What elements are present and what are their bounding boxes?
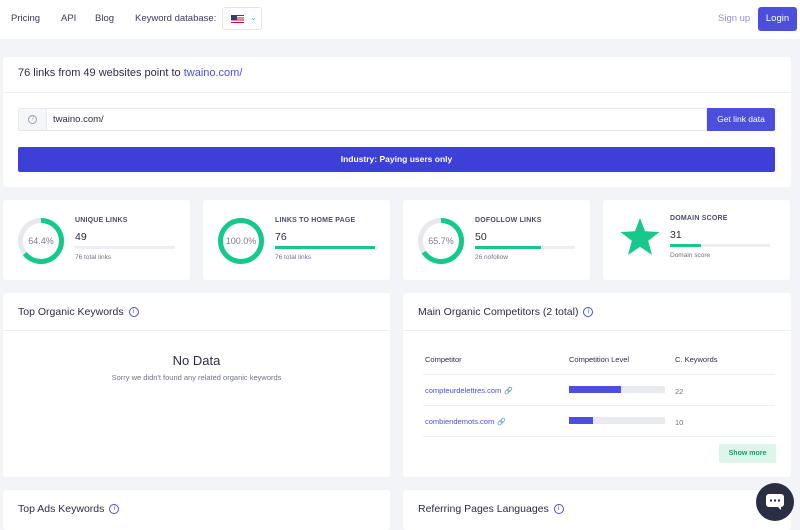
chevron-down-icon: ⌄ <box>250 13 257 22</box>
ring-percent: 65.7% <box>428 236 454 246</box>
section-title: Top Organic Keywords i <box>18 306 139 318</box>
column-header-competition-level: Competition Level <box>569 355 630 364</box>
divider <box>423 405 775 406</box>
divider <box>3 330 390 331</box>
competitor-keywords: 22 <box>675 387 684 396</box>
help-icon: ? <box>28 115 37 124</box>
competition-level-track <box>569 386 665 393</box>
empty-state-message: Sorry we didn't found any related organi… <box>111 373 282 382</box>
competitor-keywords: 10 <box>675 418 684 427</box>
competitor-name: compteurdelettres.com <box>425 386 502 395</box>
stat-subtext: Domain score <box>670 252 711 259</box>
domain-search-field: ? <box>18 108 707 131</box>
info-icon[interactable]: i <box>553 504 564 514</box>
competitor-link[interactable]: combiendemots.com 🔗 <box>425 417 506 426</box>
stat-title: DOMAIN SCORE <box>670 215 728 222</box>
nav-blog-link[interactable]: Blog <box>95 13 114 24</box>
stat-subtext: 76 total links <box>75 254 112 261</box>
competitor-name: combiendemots.com <box>425 417 495 426</box>
nav-pricing-link[interactable]: Pricing <box>11 13 40 24</box>
top-navigation: Pricing API Blog Keyword database: ⌄ Sig… <box>0 0 800 39</box>
competition-level-track <box>569 417 665 424</box>
stat-progress-track <box>475 246 575 249</box>
stat-title: DOFOLLOW LINKS <box>475 217 542 224</box>
column-header-competitor: Competitor <box>425 355 462 364</box>
info-icon[interactable]: i <box>109 504 120 514</box>
section-title-text: Main Organic Competitors (2 total) <box>418 306 579 318</box>
link-icon: 🔗 <box>504 388 514 395</box>
column-header-keywords: C. Keywords <box>675 355 718 364</box>
stat-card-unique-links: 64.4% UNIQUE LINKS 49 76 total links <box>3 200 190 280</box>
chat-icon <box>766 494 784 510</box>
ring-percent: 64.4% <box>28 236 54 246</box>
domain-input[interactable] <box>53 112 693 127</box>
section-title-text: Top Organic Keywords <box>18 306 124 318</box>
referring-languages-card: Referring Pages Languages i <box>403 490 791 530</box>
stat-progress-fill <box>475 246 541 249</box>
stat-subtext: 76 total links <box>275 254 312 261</box>
link-icon: 🔗 <box>497 419 506 426</box>
empty-state-title: No Data <box>172 353 221 368</box>
chat-widget-button[interactable] <box>756 483 794 521</box>
competitors-card: Main Organic Competitors (2 total) i Comp… <box>403 293 791 477</box>
stat-title: UNIQUE LINKS <box>75 217 128 224</box>
keyword-database-select[interactable]: ⌄ <box>222 7 262 30</box>
stat-card-domain-score: DOMAIN SCORE 31 Domain score <box>603 200 790 280</box>
headline-domain-link[interactable]: twaino.com/ <box>184 67 243 79</box>
divider <box>423 374 775 375</box>
section-title: Referring Pages Languages i <box>418 503 564 515</box>
star-icon <box>620 217 660 255</box>
organic-keywords-card: Top Organic Keywords i No Data Sorry we d… <box>3 293 390 477</box>
stat-value: 31 <box>670 229 682 241</box>
stat-value: 76 <box>275 231 287 243</box>
stat-value: 50 <box>475 231 487 243</box>
ads-keywords-card: Top Ads Keywords i <box>3 490 390 530</box>
page-title: 76 links from 49 websites point to twain… <box>18 67 242 79</box>
stat-progress-track <box>670 244 770 247</box>
search-card: 76 links from 49 websites point to twain… <box>3 57 791 187</box>
stat-card-home-page-links: 100.0% LINKS TO HOME PAGE 76 76 total li… <box>203 200 390 280</box>
stat-card-dofollow-links: 65.7% DOFOLLOW LINKS 50 26 nofollow <box>403 200 590 280</box>
input-prefix: ? <box>19 109 47 130</box>
login-button[interactable]: Login <box>758 7 797 31</box>
show-more-button[interactable]: Show more <box>719 444 776 463</box>
competition-level-fill <box>569 417 593 424</box>
keyword-database-label: Keyword database: <box>135 13 217 24</box>
divider <box>3 92 791 93</box>
get-link-data-button[interactable]: Get link data <box>707 108 775 131</box>
info-icon[interactable]: i <box>583 307 594 317</box>
stat-progress-fill <box>275 246 375 249</box>
section-title: Main Organic Competitors (2 total) i <box>418 306 594 318</box>
stat-progress-track <box>75 246 175 249</box>
info-icon[interactable]: i <box>128 307 139 317</box>
section-title-text: Top Ads Keywords <box>18 503 105 515</box>
section-title: Top Ads Keywords i <box>18 503 120 515</box>
divider <box>403 330 791 331</box>
competition-level-fill <box>569 386 621 393</box>
industry-banner[interactable]: Industry: Paying users only <box>18 147 775 172</box>
stat-progress-fill <box>670 244 701 247</box>
ring-percent: 100.0% <box>225 236 257 246</box>
stat-progress-track <box>275 246 375 249</box>
competitor-link[interactable]: compteurdelettres.com 🔗 <box>425 386 513 395</box>
section-title-text: Referring Pages Languages <box>418 503 549 515</box>
stat-title: LINKS TO HOME PAGE <box>275 217 356 224</box>
signup-link[interactable]: Sign up <box>718 13 750 24</box>
headline-text: 76 links from 49 websites point to <box>18 67 181 79</box>
nav-api-link[interactable]: API <box>61 13 76 24</box>
divider <box>423 436 775 437</box>
stat-subtext: 26 nofollow <box>475 254 508 261</box>
us-flag-icon <box>231 15 244 23</box>
stat-value: 49 <box>75 231 87 243</box>
